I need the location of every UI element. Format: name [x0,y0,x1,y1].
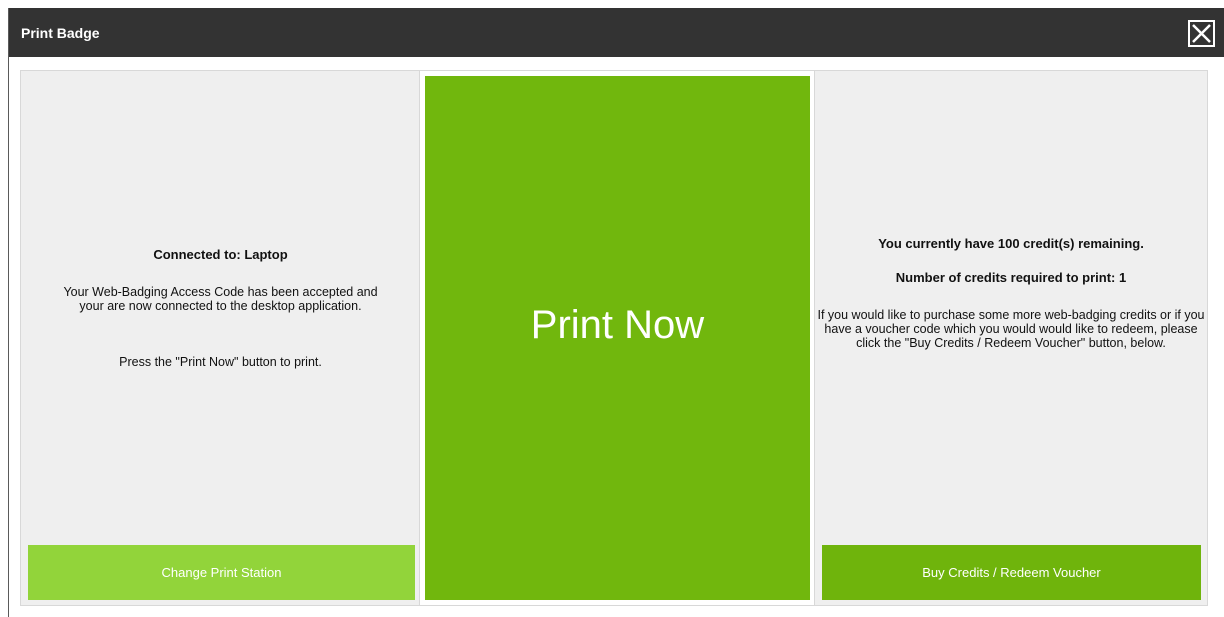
print-now-frame: Print Now [419,70,816,606]
credits-remaining-text: You currently have 100 credit(s) remaini… [878,236,1144,251]
connection-message: Your Web-Badging Access Code has been ac… [63,285,378,313]
print-instruction: Press the "Print Now" button to print. [119,355,322,369]
change-print-station-button[interactable]: Change Print Station [28,545,415,600]
close-button[interactable] [1188,20,1215,47]
connection-panel: Connected to: Laptop Your Web-Badging Ac… [20,70,421,606]
print-now-button[interactable]: Print Now [425,76,810,600]
print-badge-dialog: Print Badge Connected to: Laptop Your We… [8,8,1224,617]
dialog-titlebar: Print Badge [9,8,1224,57]
connection-heading: Connected to: Laptop [153,247,288,262]
print-now-label: Print Now [530,303,705,347]
credits-required-text: Number of credits required to print: 1 [895,270,1127,285]
close-icon [1192,24,1211,43]
credits-panel: You currently have 100 credit(s) remaini… [814,70,1208,606]
dialog-title: Print Badge [21,25,100,41]
buy-credits-button[interactable]: Buy Credits / Redeem Voucher [822,545,1201,600]
credits-info-text: If you would like to purchase some more … [817,308,1205,350]
